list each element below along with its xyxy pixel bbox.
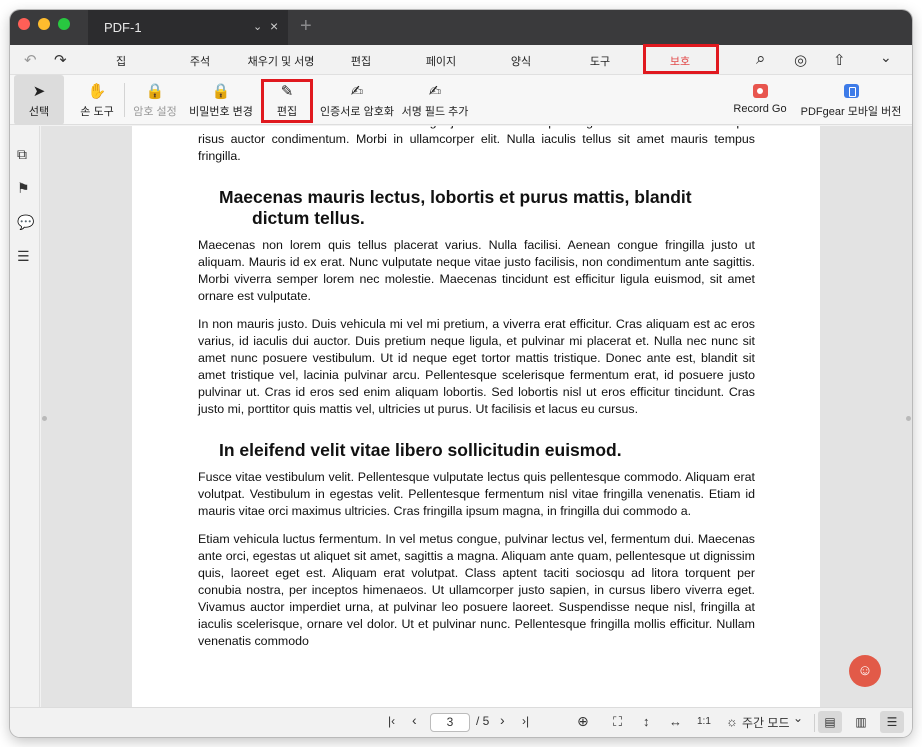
paragraph: In non mauris justo. Duis vehicula mi ve…: [198, 317, 755, 416]
lock-icon: 🔒: [145, 83, 165, 100]
title-bar: PDF-1 ⌄ × +: [10, 10, 912, 45]
section-heading: In eleifend velit vitae libero sollicitu…: [219, 440, 622, 460]
menu-edit[interactable]: 편집: [351, 53, 371, 69]
signature-icon: ✍: [428, 83, 442, 100]
ai-assistant-button[interactable]: ☺: [849, 655, 881, 687]
menu-bar: ↶ ↷ 집 주석 채우기 및 서명 편집 페이지 양식 도구 보호 ⌕ ◎ ⇧ …: [10, 44, 912, 75]
theme-mode-label[interactable]: 주간 모드: [742, 714, 790, 731]
actual-size-button[interactable]: 1:1: [697, 716, 711, 727]
mobile-version-button[interactable]: PDFgear 모바일 버전: [798, 75, 904, 125]
fit-height-icon[interactable]: ↕: [643, 714, 650, 729]
help-icon[interactable]: ◎: [794, 51, 807, 69]
next-page-icon[interactable]: ›: [500, 712, 505, 728]
zoom-window-button[interactable]: [58, 18, 70, 30]
two-page-view-icon[interactable]: ▥: [849, 711, 873, 733]
first-page-icon[interactable]: |‹: [388, 714, 395, 728]
record-icon: [752, 84, 768, 98]
cursor-icon: ➤: [32, 83, 46, 100]
right-resize-handle[interactable]: [906, 416, 911, 421]
set-password-button[interactable]: 🔒 암호 설정: [130, 75, 180, 125]
total-pages: / 5: [476, 714, 490, 728]
select-tool[interactable]: ➤ 선택: [14, 75, 64, 125]
page-content: ac accumsan nunc vehicula vitae. Nulla e…: [198, 126, 755, 661]
paragraph: ac accumsan nunc vehicula vitae. Nulla e…: [198, 126, 755, 163]
fit-width-icon[interactable]: ↔: [669, 714, 682, 729]
bottom-divider: [814, 714, 815, 732]
single-page-view-icon[interactable]: ▤: [818, 711, 842, 733]
sun-icon[interactable]: ☼: [726, 714, 738, 729]
pdf-page[interactable]: ac accumsan nunc vehicula vitae. Nulla e…: [132, 126, 820, 707]
new-tab-button[interactable]: +: [300, 15, 312, 38]
minimize-window-button[interactable]: [38, 18, 50, 30]
toolbar-divider: [124, 83, 125, 117]
tab-chevron-icon[interactable]: ⌄: [253, 20, 262, 33]
encrypt-with-certificate-button[interactable]: ✍ 인증서로 암호화: [318, 75, 396, 125]
change-password-button[interactable]: 🔒 비밀번호 변경: [188, 75, 254, 125]
edit-highlight-box: [261, 79, 313, 123]
left-sidebar: ⧉ ⚑ 💬 ☰: [10, 126, 40, 707]
bottom-bar: |‹ ‹ 3 / 5 › ›| ⊕ ⛶ ↕ ↔ 1:1 ☼ 주간 모드 ⌄ ▤ …: [10, 707, 912, 737]
page-number-input[interactable]: 3: [430, 713, 470, 732]
search-icon[interactable]: ⌕: [756, 49, 766, 69]
bookmark-icon[interactable]: ⚑: [17, 180, 30, 197]
redo-icon[interactable]: ↷: [54, 51, 67, 69]
hand-tool[interactable]: ✋ 손 도구: [72, 75, 122, 125]
close-window-button[interactable]: [18, 18, 30, 30]
chevron-down-icon[interactable]: ⌄: [880, 49, 892, 66]
menu-form[interactable]: 양식: [511, 53, 531, 69]
document-tab[interactable]: PDF-1 ⌄ ×: [88, 10, 288, 45]
zoom-in-icon[interactable]: ⊕: [577, 713, 589, 730]
section-heading: Maecenas mauris lectus, lobortis et puru…: [219, 187, 692, 228]
record-go-button[interactable]: Record Go: [728, 75, 792, 125]
pages-icon[interactable]: ⧉: [17, 146, 27, 163]
app-window: PDF-1 ⌄ × + ↶ ↷ 집 주석 채우기 및 서명 편집 페이지 양식 …: [10, 10, 912, 737]
theme-chevron-icon[interactable]: ⌄: [793, 711, 803, 725]
protect-toolbar: ➤ 선택 ✋ 손 도구 🔒 암호 설정 🔒 비밀번호 변경 ✎ 편집 ✍ 인증서…: [10, 75, 912, 125]
fit-page-icon[interactable]: ⛶: [613, 714, 622, 730]
menu-tools[interactable]: 도구: [590, 53, 610, 69]
undo-icon[interactable]: ↶: [24, 51, 37, 69]
menu-protect[interactable]: 보호: [670, 53, 690, 69]
paragraph: Maecenas non lorem quis tellus placerat …: [198, 238, 755, 303]
comments-icon[interactable]: 💬: [17, 214, 34, 231]
paragraph: Fusce vitae vestibulum velit. Pellentesq…: [198, 470, 755, 518]
prev-page-icon[interactable]: ‹: [412, 712, 417, 728]
menu-page[interactable]: 페이지: [426, 53, 456, 69]
paragraph: Etiam vehicula luctus fermentum. In vel …: [198, 532, 755, 648]
last-page-icon[interactable]: ›|: [522, 714, 529, 728]
hand-icon: ✋: [87, 83, 107, 100]
left-resize-handle[interactable]: [42, 416, 47, 421]
add-signature-field-button[interactable]: ✍ 서명 필드 추가: [400, 75, 470, 125]
tab-close-icon[interactable]: ×: [270, 18, 278, 34]
share-icon[interactable]: ⇧: [833, 51, 846, 69]
continuous-scroll-icon[interactable]: ☰: [880, 711, 904, 733]
menu-fill-sign[interactable]: 채우기 및 서명: [248, 53, 315, 69]
menu-home[interactable]: 집: [116, 53, 126, 69]
mobile-icon: [843, 84, 859, 98]
document-tab-title: PDF-1: [104, 20, 142, 35]
outline-icon[interactable]: ☰: [17, 248, 30, 265]
menu-annotate[interactable]: 주석: [190, 53, 210, 69]
document-canvas[interactable]: ac accumsan nunc vehicula vitae. Nulla e…: [41, 126, 912, 707]
certificate-icon: ✍: [350, 83, 364, 100]
lock-change-icon: 🔒: [211, 83, 231, 100]
